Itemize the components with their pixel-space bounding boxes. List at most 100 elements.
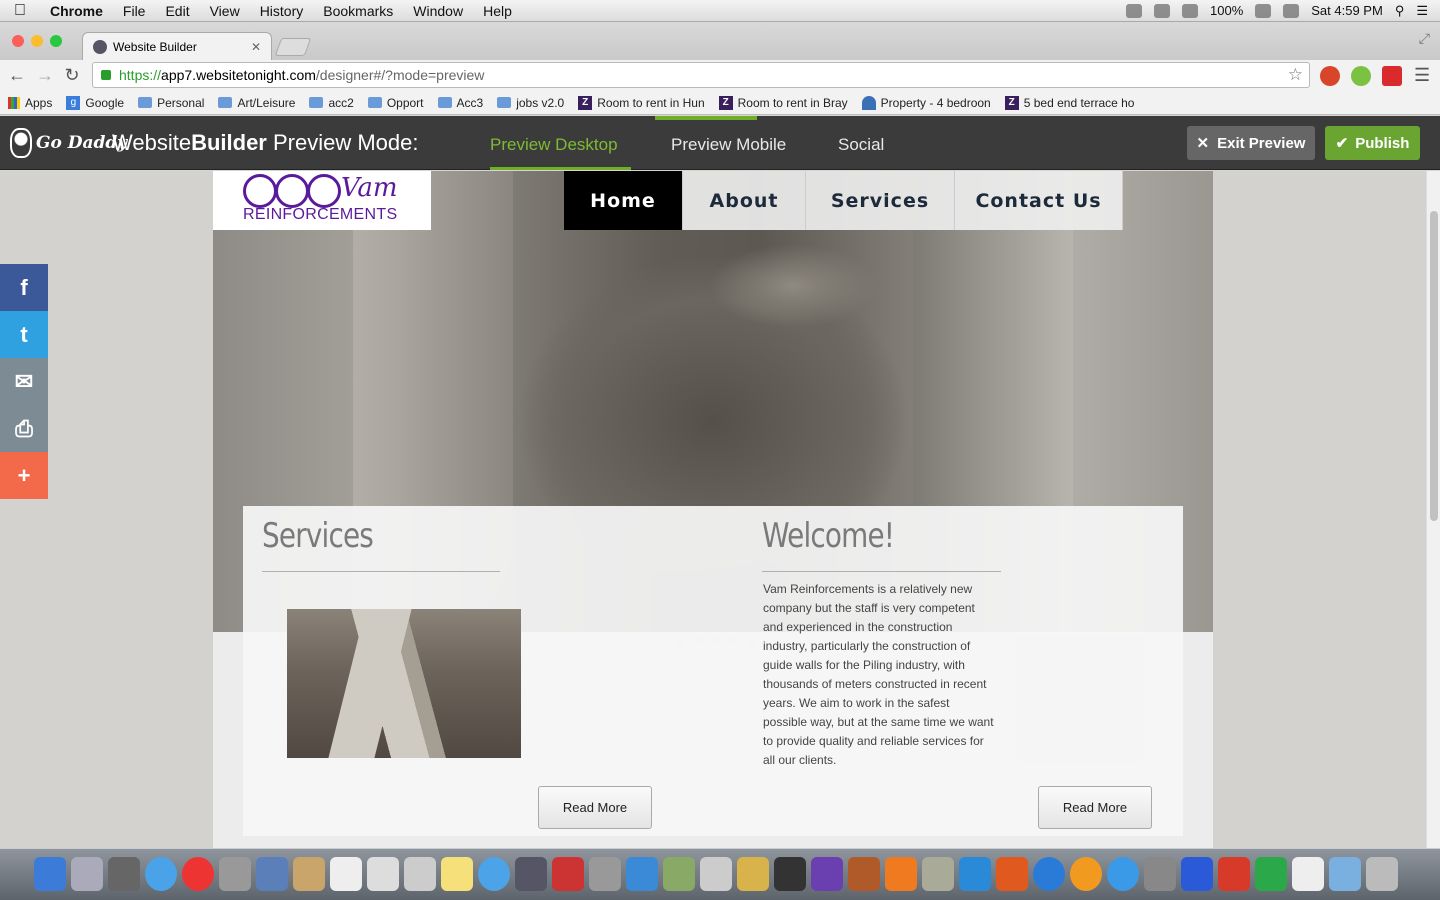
garageband-icon[interactable] bbox=[848, 857, 880, 891]
apple-menu-icon[interactable]:  bbox=[0, 2, 40, 20]
nav-contact-us[interactable]: Contact Us bbox=[955, 171, 1123, 230]
mission-control-icon[interactable] bbox=[108, 857, 140, 891]
fullscreen-icon[interactable]: ⤢ bbox=[1419, 30, 1430, 47]
unknown-app-icon[interactable] bbox=[589, 857, 621, 891]
bookmark-folder-jobs[interactable]: jobs v2.0 bbox=[497, 96, 564, 110]
notes-icon[interactable] bbox=[441, 857, 473, 891]
nav-services[interactable]: Services bbox=[806, 171, 955, 230]
nav-home[interactable]: Home bbox=[564, 171, 683, 230]
photo-booth-icon[interactable] bbox=[552, 857, 584, 891]
bluetooth-icon[interactable] bbox=[1182, 3, 1199, 18]
acrobat-extension-icon[interactable] bbox=[1382, 66, 1402, 86]
services-read-more-button[interactable]: Read More bbox=[538, 786, 652, 829]
browser-tab[interactable]: Website Builder ✕ bbox=[82, 32, 272, 60]
system-preferences-icon[interactable] bbox=[1144, 857, 1176, 891]
imovie-icon[interactable] bbox=[737, 857, 769, 891]
trash-icon[interactable] bbox=[1366, 857, 1398, 891]
evernote-extension-icon[interactable] bbox=[1351, 66, 1371, 86]
new-tab-button[interactable] bbox=[274, 38, 312, 56]
menu-view[interactable]: View bbox=[200, 3, 250, 19]
chrome-menu-icon[interactable]: ☰ bbox=[1414, 65, 1430, 86]
notification-center-icon[interactable]: ☰ bbox=[1416, 3, 1428, 19]
preview-icon[interactable] bbox=[404, 857, 436, 891]
battery-percent[interactable]: 100% bbox=[1210, 3, 1243, 18]
itunes-icon[interactable] bbox=[1033, 857, 1065, 891]
page-scrollbar[interactable] bbox=[1426, 171, 1440, 848]
bookmark-folder-opport[interactable]: Opport bbox=[367, 96, 424, 110]
vlc-icon[interactable] bbox=[885, 857, 917, 891]
excel-icon[interactable] bbox=[1255, 857, 1287, 891]
back-icon[interactable]: ← bbox=[8, 65, 26, 86]
launchpad-icon[interactable] bbox=[71, 857, 103, 891]
menu-bookmarks[interactable]: Bookmarks bbox=[313, 3, 403, 19]
bookmark-apps[interactable]: Apps bbox=[8, 96, 52, 110]
wifi-icon[interactable] bbox=[1255, 3, 1272, 18]
bookmark-property[interactable]: Property - 4 bedroon bbox=[861, 95, 991, 110]
scrollbar-thumb[interactable] bbox=[1430, 211, 1438, 521]
notification-icon[interactable] bbox=[1126, 3, 1143, 18]
welcome-read-more-button[interactable]: Read More bbox=[1038, 786, 1152, 829]
menu-window[interactable]: Window bbox=[403, 3, 473, 19]
share-icon[interactable]: + bbox=[0, 452, 48, 499]
dvd-player-icon[interactable] bbox=[700, 857, 732, 891]
powerpoint-icon[interactable] bbox=[1218, 857, 1250, 891]
menu-history[interactable]: History bbox=[250, 3, 314, 19]
email-icon[interactable]: ✉ bbox=[0, 358, 48, 405]
menu-help[interactable]: Help bbox=[473, 3, 522, 19]
facebook-icon[interactable]: f bbox=[0, 264, 48, 311]
reminders-icon[interactable] bbox=[367, 857, 399, 891]
contacts-icon[interactable] bbox=[293, 857, 325, 891]
downloads-folder-icon[interactable] bbox=[1329, 857, 1361, 891]
word-icon[interactable] bbox=[1181, 857, 1213, 891]
app-store-icon[interactable] bbox=[1107, 857, 1139, 891]
mail-icon[interactable] bbox=[256, 857, 288, 891]
finder-icon[interactable] bbox=[34, 857, 66, 891]
adblock-extension-icon[interactable] bbox=[1320, 66, 1340, 86]
tab-preview-mobile[interactable]: Preview Mobile bbox=[671, 135, 786, 155]
messages-icon[interactable] bbox=[478, 857, 510, 891]
bookmark-folder-acc3[interactable]: Acc3 bbox=[437, 96, 483, 110]
forward-icon[interactable]: → bbox=[36, 65, 54, 86]
app-store-icon[interactable] bbox=[626, 857, 658, 891]
menu-app-name[interactable]: Chrome bbox=[40, 3, 113, 19]
bookmark-room-bray[interactable]: Z Room to rent in Bray bbox=[718, 95, 848, 110]
exit-preview-button[interactable]: ✕ Exit Preview bbox=[1187, 126, 1315, 160]
tab-preview-desktop[interactable]: Preview Desktop bbox=[490, 135, 618, 155]
address-bar[interactable]: https:// app7.websitetonight.com /design… bbox=[92, 62, 1310, 88]
calendar-icon[interactable] bbox=[330, 857, 362, 891]
zoom-window-button[interactable] bbox=[50, 35, 62, 47]
bookmark-star-icon[interactable]: ☆ bbox=[1288, 65, 1303, 85]
site-logo[interactable]: Vam REINFORCEMENTS bbox=[213, 171, 431, 230]
time-machine-icon[interactable] bbox=[1154, 3, 1171, 18]
unknown-app-icon[interactable] bbox=[219, 857, 251, 891]
reload-icon[interactable]: ↻ bbox=[64, 65, 80, 86]
bookmark-folder-art-leisure[interactable]: Art/Leisure bbox=[218, 96, 295, 110]
iphoto-icon[interactable] bbox=[663, 857, 695, 891]
twitter-icon[interactable]: t bbox=[0, 311, 48, 358]
firefox-icon[interactable] bbox=[996, 857, 1028, 891]
app-three-icon[interactable] bbox=[959, 857, 991, 891]
ibooks-icon[interactable] bbox=[1070, 857, 1102, 891]
star-app-icon[interactable] bbox=[811, 857, 843, 891]
clapper-icon[interactable] bbox=[774, 857, 806, 891]
bookmark-room-hun[interactable]: Z Room to rent in Hun bbox=[578, 95, 705, 110]
menubar-clock[interactable]: Sat 4:59 PM bbox=[1311, 3, 1383, 18]
print-icon[interactable]: ⎙ bbox=[0, 405, 48, 452]
bookmark-folder-personal[interactable]: Personal bbox=[138, 96, 204, 110]
tab-close-icon[interactable]: ✕ bbox=[251, 40, 261, 54]
menu-edit[interactable]: Edit bbox=[155, 3, 199, 19]
nav-about[interactable]: About bbox=[683, 171, 806, 230]
safari-icon[interactable] bbox=[145, 857, 177, 891]
spotlight-icon[interactable]: ⚲ bbox=[1395, 3, 1405, 19]
utility-icon[interactable] bbox=[922, 857, 954, 891]
bookmark-5-bed[interactable]: Z 5 bed end terrace ho bbox=[1004, 95, 1134, 110]
chrome-icon[interactable] bbox=[182, 857, 214, 891]
tab-social[interactable]: Social bbox=[838, 135, 884, 155]
volume-icon[interactable] bbox=[1283, 3, 1300, 18]
close-window-button[interactable] bbox=[12, 35, 24, 47]
publish-button[interactable]: ✔ Publish bbox=[1325, 126, 1420, 160]
bookmark-google[interactable]: g Google bbox=[66, 95, 124, 110]
bookmark-folder-acc2[interactable]: acc2 bbox=[309, 96, 354, 110]
facetime-icon[interactable] bbox=[515, 857, 547, 891]
minimize-window-button[interactable] bbox=[31, 35, 43, 47]
